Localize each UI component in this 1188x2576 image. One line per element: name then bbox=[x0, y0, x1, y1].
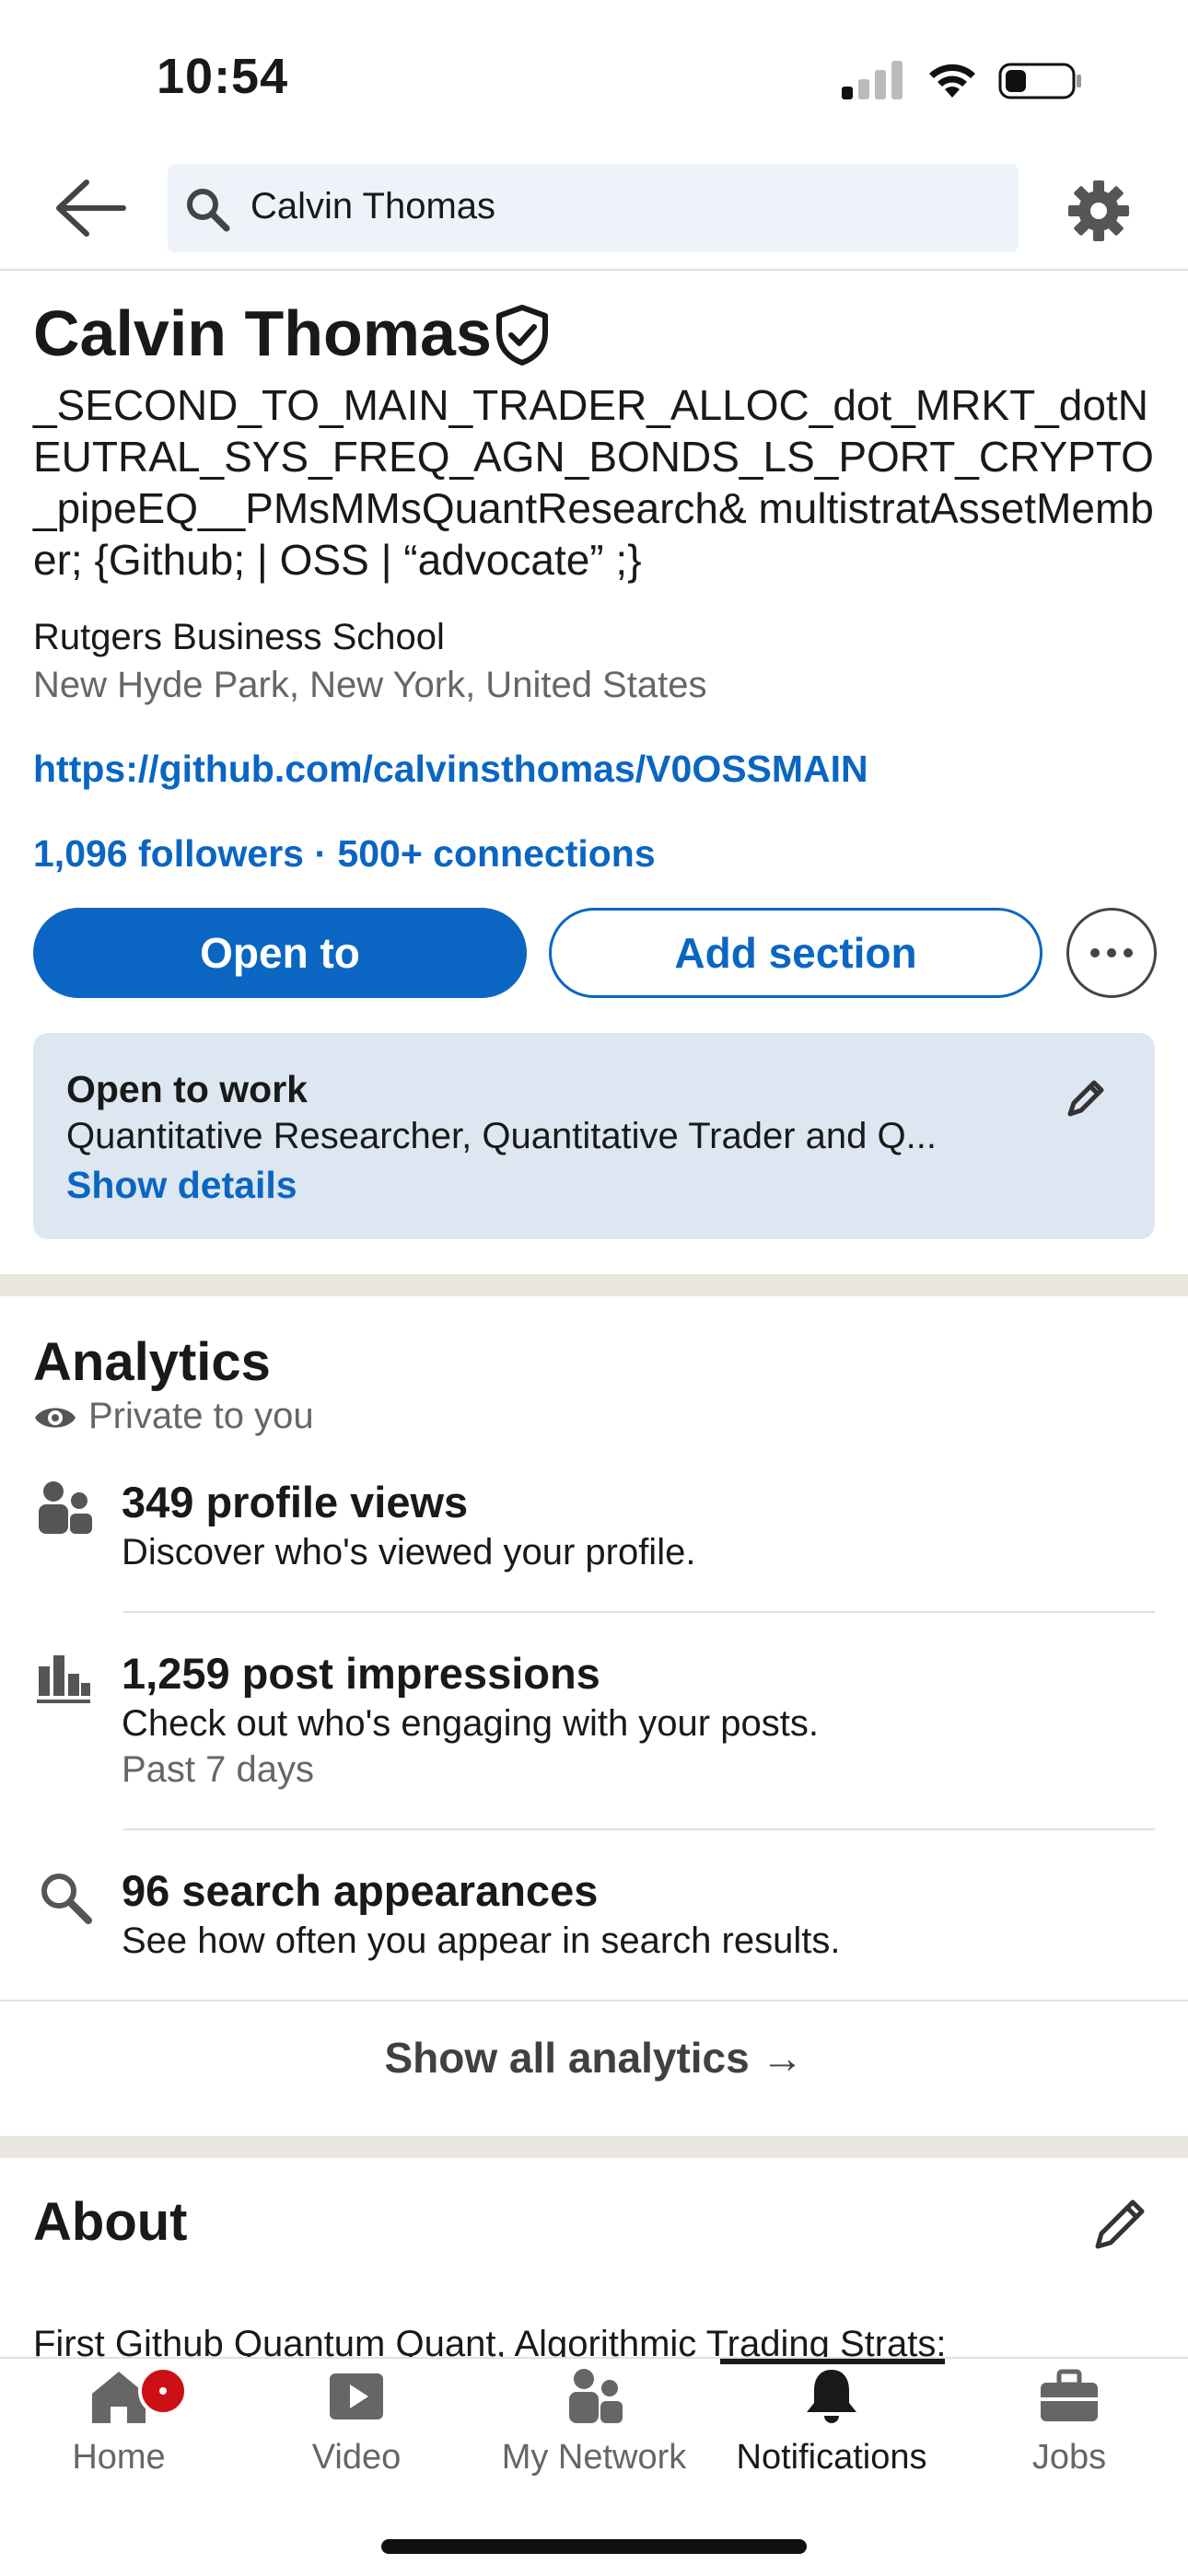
notification-badge bbox=[138, 2366, 188, 2416]
profile-school[interactable]: Rutgers Business School bbox=[33, 617, 445, 658]
analytics-title: Analytics bbox=[33, 1332, 271, 1392]
top-divider bbox=[0, 269, 1188, 271]
wifi-icon bbox=[929, 64, 975, 98]
separator-line bbox=[123, 1828, 1155, 1830]
separator: · bbox=[303, 832, 338, 875]
analytics-item-search-appearances[interactable] bbox=[0, 1838, 1188, 1994]
video-icon bbox=[330, 2373, 383, 2419]
nav-my-network[interactable]: My Network bbox=[475, 2366, 713, 2477]
nav-label: Video bbox=[311, 2438, 402, 2477]
private-to-you-label: Private to you bbox=[88, 1396, 314, 1436]
my-network-icon bbox=[569, 2369, 623, 2423]
more-dots-icon bbox=[1090, 948, 1133, 957]
about-title: About bbox=[33, 2192, 188, 2252]
analytics-item-period: Past 7 days bbox=[122, 1749, 315, 1790]
search-icon bbox=[41, 1874, 92, 1924]
profile-headline: _SECOND_TO_MAIN_TRADER_ALLOC_dot_MRKT_do… bbox=[33, 381, 1154, 584]
nav-label: My Network bbox=[501, 2438, 687, 2477]
analytics-item-subtitle: See how often you appear in search resul… bbox=[122, 1920, 841, 1961]
profile-website-link[interactable]: https://github.com/calvinsthomas/V0OSSMA… bbox=[33, 748, 868, 791]
battery-icon bbox=[998, 63, 1081, 99]
separator-line bbox=[123, 1611, 1155, 1613]
nav-video[interactable]: Video bbox=[238, 2366, 475, 2477]
separator-line bbox=[0, 2000, 1188, 2002]
gear-icon[interactable] bbox=[1066, 179, 1131, 243]
bell-icon bbox=[807, 2370, 856, 2423]
search-input[interactable]: Calvin Thomas bbox=[250, 186, 495, 227]
briefcase-icon bbox=[1041, 2369, 1098, 2421]
show-details-link[interactable]: Show details bbox=[66, 1164, 297, 1207]
section-divider bbox=[0, 2136, 1188, 2158]
analytics-item-title: 96 search appearances bbox=[122, 1866, 599, 1915]
nav-home[interactable]: Home bbox=[0, 2366, 238, 2477]
home-indicator[interactable] bbox=[381, 2539, 807, 2554]
nav-label: Home bbox=[72, 2438, 166, 2477]
verified-shield-icon[interactable] bbox=[494, 304, 551, 366]
signal-icon bbox=[842, 61, 903, 99]
analytics-item-subtitle: Discover who's viewed your profile. bbox=[122, 1532, 696, 1572]
show-all-analytics-button[interactable]: Show all analytics → bbox=[0, 2033, 1188, 2083]
active-tab-indicator bbox=[720, 2359, 945, 2364]
eye-icon bbox=[35, 1408, 76, 1428]
edit-pencil-icon[interactable] bbox=[1090, 2195, 1149, 2254]
analytics-item-title: 1,259 post impressions bbox=[122, 1649, 600, 1698]
people-icon bbox=[39, 1481, 92, 1534]
nav-label: Notifications bbox=[736, 2438, 927, 2477]
back-arrow-icon[interactable] bbox=[46, 171, 131, 245]
section-divider bbox=[0, 1274, 1188, 1296]
search-icon bbox=[187, 189, 230, 232]
analytics-item-title: 349 profile views bbox=[122, 1478, 469, 1526]
status-time: 10:54 bbox=[157, 49, 289, 104]
add-section-button[interactable]: Add section bbox=[549, 908, 1042, 998]
bar-chart-icon bbox=[37, 1655, 90, 1703]
nav-notifications[interactable]: Notifications bbox=[713, 2366, 950, 2477]
nav-jobs[interactable]: Jobs bbox=[950, 2366, 1188, 2477]
profile-name: Calvin Thomas bbox=[33, 297, 492, 369]
open-to-work-description: Quantitative Researcher, Quantitative Tr… bbox=[66, 1116, 937, 1156]
followers-connections: 1,096 followers · 500+ connections bbox=[33, 832, 656, 876]
edit-pencil-icon[interactable] bbox=[1063, 1075, 1109, 1121]
followers-link[interactable]: 1,096 followers bbox=[33, 832, 304, 875]
about-text: First Github Quantum Quant, Algorithmic … bbox=[33, 2324, 947, 2357]
nav-label: Jobs bbox=[1031, 2438, 1107, 2477]
connections-link[interactable]: 500+ connections bbox=[337, 832, 655, 875]
open-to-work-title: Open to work bbox=[66, 1068, 308, 1110]
more-button[interactable] bbox=[1066, 908, 1157, 998]
analytics-item-subtitle: Check out who's engaging with your posts… bbox=[122, 1703, 819, 1744]
open-to-button[interactable]: Open to bbox=[33, 908, 527, 998]
profile-location: New Hyde Park, New York, United States bbox=[33, 665, 707, 705]
